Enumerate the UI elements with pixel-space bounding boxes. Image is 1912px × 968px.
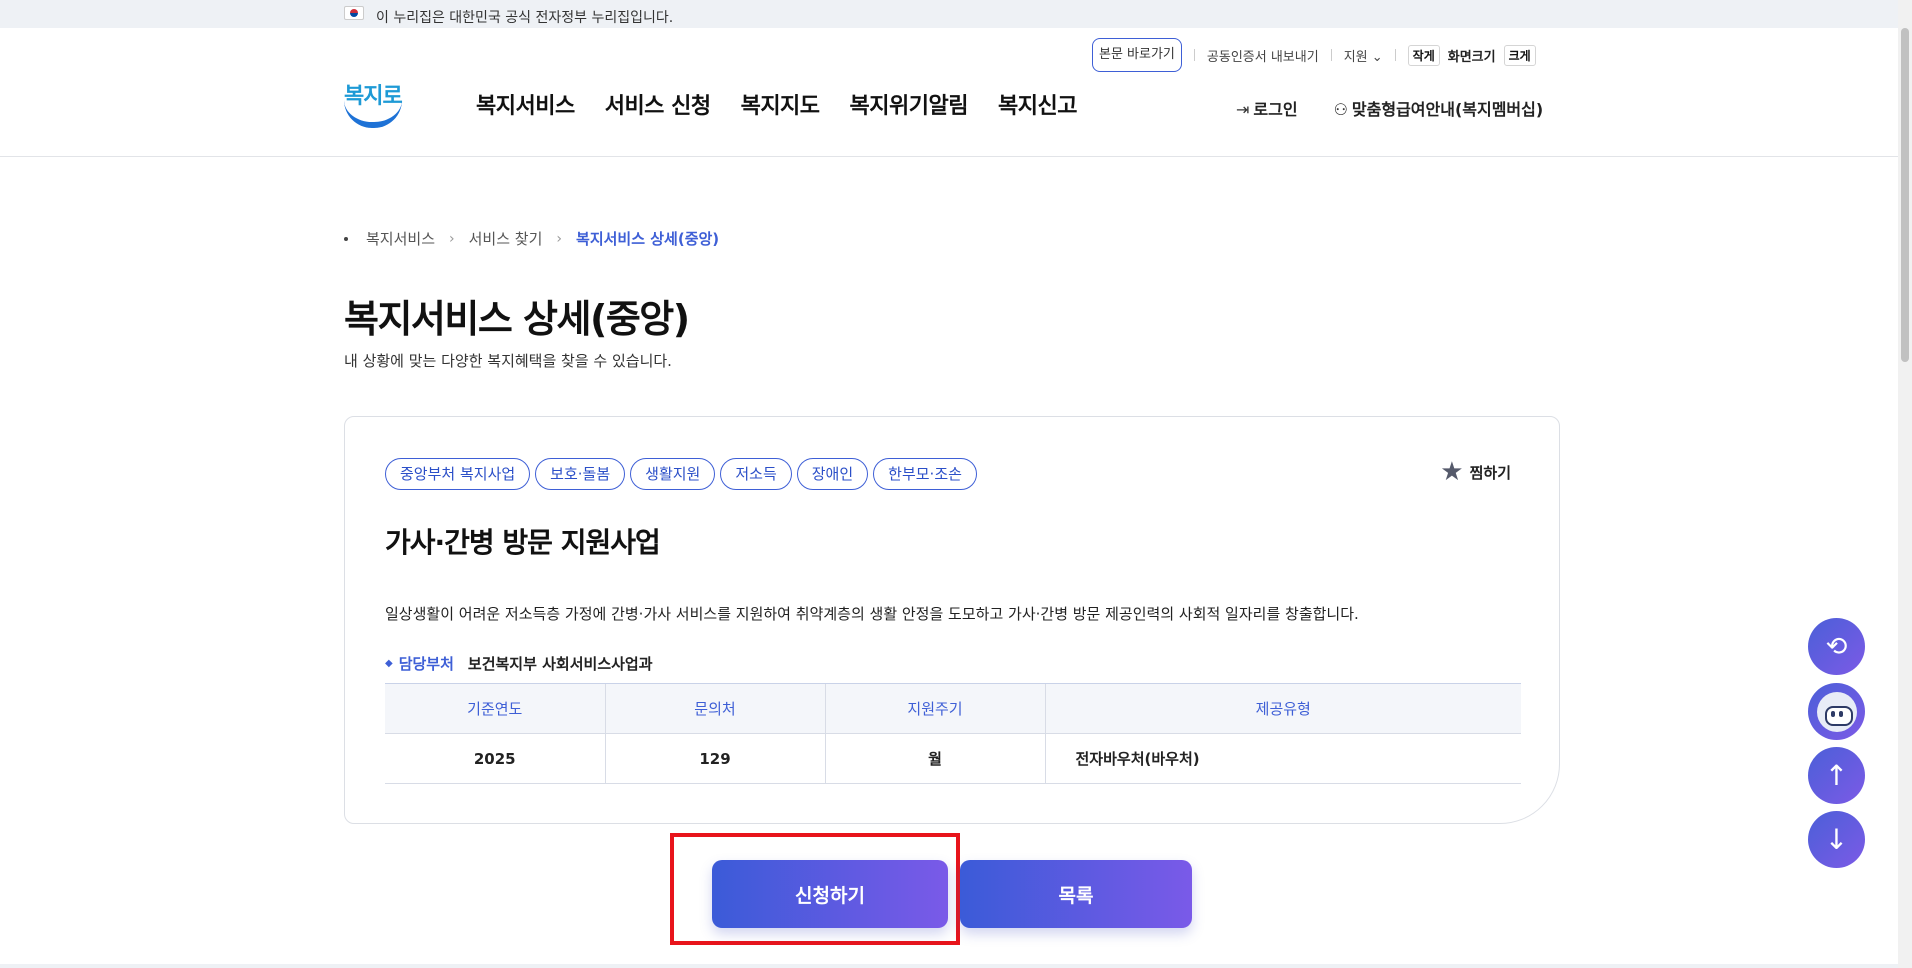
cert-export-link[interactable]: 공동인증서 내보내기 bbox=[1207, 46, 1319, 65]
bottom-edge bbox=[0, 964, 1898, 968]
support-label: 지원 bbox=[1343, 49, 1368, 65]
utility-nav: 본문 바로가기 공동인증서 내보내기 지원 ⌄ 작게 화면크기 크게 bbox=[1092, 38, 1536, 72]
nav-service-apply[interactable]: 서비스 신청 bbox=[605, 88, 711, 120]
department-value: 보건복지부 사회서비스사업과 bbox=[467, 655, 653, 673]
main-nav: 복지서비스 서비스 신청 복지지도 복지위기알림 복지신고 bbox=[476, 88, 1077, 120]
skip-to-content-link[interactable]: 본문 바로가기 bbox=[1092, 38, 1182, 72]
apply-button[interactable]: 신청하기 bbox=[712, 860, 948, 928]
service-title: 가사·간병 방문 지원사업 bbox=[385, 526, 661, 559]
nav-welfare-services[interactable]: 복지서비스 bbox=[476, 88, 575, 120]
table-cell: 129 bbox=[604, 733, 825, 784]
membership-link[interactable]: ⚇ 맞춤형급여안내(복지멤버십) bbox=[1334, 96, 1544, 120]
breadcrumb-current: 복지서비스 상세(중앙) bbox=[576, 230, 720, 248]
breadcrumb: 복지서비스 › 서비스 찾기 › 복지서비스 상세(중앙) bbox=[344, 228, 719, 249]
table-header-row: 기준연도 문의처 지원주기 제공유형 bbox=[385, 683, 1521, 734]
list-button[interactable]: 목록 bbox=[960, 860, 1192, 928]
table-header: 제공유형 bbox=[1044, 683, 1521, 734]
table-row: 2025 129 월 전자바우처(바우처) bbox=[385, 733, 1521, 784]
table-cell: 2025 bbox=[385, 733, 605, 784]
divider bbox=[1193, 49, 1195, 61]
login-link[interactable]: ⇥ 로그인 bbox=[1236, 96, 1298, 120]
department-info: ◆ 담당부처 보건복지부 사회서비스사업과 bbox=[385, 653, 653, 674]
chevron-down-icon: ⌄ bbox=[1371, 49, 1383, 65]
breadcrumb-item[interactable]: 복지서비스 bbox=[366, 228, 435, 249]
favorite-button[interactable]: ★ 찜하기 bbox=[1440, 459, 1511, 485]
table-cell: 전자바우처(바우처) bbox=[1044, 733, 1521, 784]
vertical-scrollbar[interactable] bbox=[1898, 0, 1912, 968]
page-title: 복지서비스 상세(중앙) bbox=[344, 297, 690, 341]
page-root: 이 누리집은 대한민국 공식 전자정부 누리집입니다. 본문 바로가기 공동인증… bbox=[0, 0, 1912, 968]
history-icon: ⟲ bbox=[1825, 631, 1848, 662]
membership-label: 맞춤형급여안내(복지멤버십) bbox=[1351, 100, 1544, 119]
table-header: 지원주기 bbox=[824, 683, 1045, 734]
nav-crisis-alert[interactable]: 복지위기알림 bbox=[850, 88, 969, 120]
tag-chip[interactable]: 생활지원 bbox=[630, 458, 716, 490]
service-detail-card: 중앙부처 복지사업 보호·돌봄 생활지원 저소득 장애인 한부모·조손 ★ 찜하… bbox=[344, 416, 1560, 824]
tag-chip[interactable]: 장애인 bbox=[796, 458, 869, 490]
page-subtitle: 내 상황에 맞는 다양한 복지혜택을 찾을 수 있습니다. bbox=[344, 352, 672, 370]
header-account: ⇥ 로그인 ⚇ 맞춤형급여안내(복지멤버십) bbox=[1236, 96, 1543, 120]
divider bbox=[1330, 49, 1332, 61]
service-description: 일상생활이 어려운 저소득층 가정에 간병·가사 서비스를 지원하여 취약계층의… bbox=[385, 605, 1359, 623]
site-logo[interactable]: 복지로 bbox=[342, 78, 406, 134]
scroll-top-button[interactable]: ↑ bbox=[1808, 747, 1865, 804]
gov-banner-text: 이 누리집은 대한민국 공식 전자정부 누리집입니다. bbox=[376, 10, 674, 26]
arrow-down-icon: ↓ bbox=[1824, 823, 1849, 856]
support-menu[interactable]: 지원 ⌄ bbox=[1344, 46, 1383, 65]
divider bbox=[1394, 49, 1396, 61]
star-icon: ★ bbox=[1440, 457, 1464, 487]
table-header: 문의처 bbox=[604, 683, 825, 734]
chevron-right-icon: › bbox=[556, 230, 563, 247]
tag-chip[interactable]: 보호·돌봄 bbox=[535, 458, 626, 490]
nav-welfare-map[interactable]: 복지지도 bbox=[741, 88, 820, 120]
site-header: 본문 바로가기 공동인증서 내보내기 지원 ⌄ 작게 화면크기 크게 복지로 복… bbox=[0, 28, 1898, 157]
tag-chip[interactable]: 중앙부처 복지사업 bbox=[385, 458, 531, 490]
department-label: 담당부처 bbox=[398, 655, 454, 673]
table-header: 기준연도 bbox=[385, 683, 605, 734]
login-label: 로그인 bbox=[1253, 100, 1298, 119]
chatbot-icon bbox=[1816, 691, 1857, 732]
table-cell: 월 bbox=[824, 733, 1045, 784]
favorite-label: 찜하기 bbox=[1469, 463, 1511, 482]
home-dot-icon bbox=[344, 236, 348, 241]
tag-list: 중앙부처 복지사업 보호·돌봄 생활지원 저소득 장애인 한부모·조손 bbox=[385, 458, 977, 490]
chatbot-button[interactable] bbox=[1808, 683, 1865, 740]
korea-flag-icon bbox=[344, 6, 364, 20]
font-small-button[interactable]: 작게 bbox=[1407, 44, 1440, 66]
font-size-label: 화면크기 bbox=[1447, 49, 1496, 65]
scroll-bottom-button[interactable]: ↓ bbox=[1808, 811, 1865, 868]
arrow-up-icon: ↑ bbox=[1824, 759, 1849, 792]
gov-banner: 이 누리집은 대한민국 공식 전자정부 누리집입니다. bbox=[0, 0, 1898, 28]
chevron-right-icon: › bbox=[449, 230, 455, 247]
logo-smile-icon bbox=[344, 100, 402, 128]
nav-welfare-report[interactable]: 복지신고 bbox=[998, 88, 1077, 120]
service-info-table: 기준연도 문의처 지원주기 제공유형 2025 129 월 전자바우처(바우처) bbox=[385, 683, 1521, 784]
history-button[interactable]: ⟲ bbox=[1808, 618, 1865, 675]
user-add-icon: ⚇ bbox=[1333, 100, 1348, 119]
font-large-button[interactable]: 크게 bbox=[1503, 44, 1536, 66]
tag-chip[interactable]: 저소득 bbox=[720, 458, 792, 490]
login-icon: ⇥ bbox=[1236, 100, 1250, 119]
diamond-bullet-icon: ◆ bbox=[385, 658, 393, 669]
tag-chip[interactable]: 한부모·조손 bbox=[873, 458, 977, 490]
scrollbar-thumb[interactable] bbox=[1901, 28, 1909, 362]
breadcrumb-item[interactable]: 서비스 찾기 bbox=[469, 228, 543, 249]
